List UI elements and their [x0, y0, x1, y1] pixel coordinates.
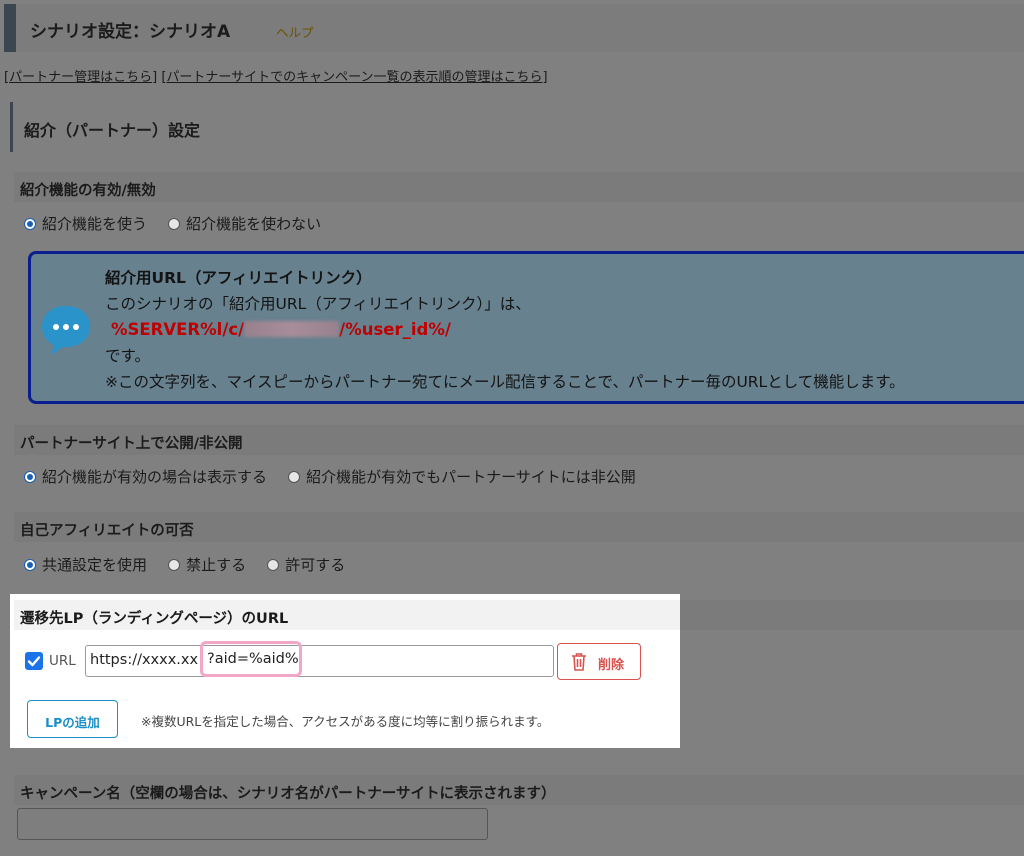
section-accent	[10, 102, 13, 152]
campaign-name-input[interactable]	[17, 808, 488, 840]
lp-label-bar: 遷移先LP（ランディングページ）のURL	[14, 600, 680, 630]
radio-checked-icon[interactable]	[24, 470, 36, 483]
referral-label: 紹介機能の有効/無効	[20, 183, 156, 199]
lp-note: ※複数URLを指定した場合、アクセスがある度に均等に割り振られます。	[141, 714, 550, 729]
management-links: [パートナー管理はこちら] [パートナーサイトでのキャンペーン一覧の表示順の管理…	[4, 70, 548, 85]
campaign-label-bar: キャンペーン名（空欄の場合は、シナリオ名がパートナーサイトに表示されます）	[14, 775, 1024, 805]
lp-settings-panel: 遷移先LP（ランディングページ）のURL URL https://xxxx.xx…	[10, 594, 680, 748]
add-lp-button-label: LPの追加	[45, 715, 100, 730]
lp-url-value: https://xxxx.xx	[90, 652, 199, 668]
lp-url-input[interactable]: https://xxxx.xx	[85, 645, 554, 677]
radio-unchecked-icon[interactable]	[267, 558, 280, 571]
referral-not-use-option[interactable]: 紹介機能を使わない	[168, 213, 321, 234]
url-param-text: ?aid=%aid%	[207, 651, 299, 667]
checkmark-icon	[27, 656, 41, 667]
self-affiliate-label-bar: 自己アフィリエイトの可否	[14, 512, 1024, 542]
info-line1: このシナリオの「紹介用URL（アフィリエイトリンク）」は、	[105, 295, 531, 313]
redacted-segment	[244, 321, 340, 337]
radio-unchecked-icon[interactable]	[288, 470, 301, 483]
campaign-label: キャンペーン名（空欄の場合は、シナリオ名がパートナーサイトに表示されます）	[20, 786, 556, 802]
delete-button-label: 削除	[598, 658, 625, 673]
radio-unchecked-icon[interactable]	[168, 558, 181, 571]
partner-manage-link[interactable]: パートナー管理はこちら	[9, 70, 152, 85]
chat-bubble-icon	[42, 306, 90, 355]
publish-label: パートナーサイト上で公開/非公開	[20, 436, 243, 452]
radio-checked-icon[interactable]	[24, 558, 36, 571]
self-affiliate-forbid-option[interactable]: 禁止する	[168, 554, 246, 575]
add-lp-button[interactable]: LPの追加	[27, 700, 118, 738]
publish-label-bar: パートナーサイト上で公開/非公開	[14, 425, 1024, 455]
help-link[interactable]: ヘルプ	[276, 22, 314, 41]
lp-label: 遷移先LP（ランディングページ）のURL	[20, 611, 289, 627]
info-text: 紹介用URL（アフィリエイトリンク） このシナリオの「紹介用URL（アフィリエイ…	[105, 265, 905, 395]
trash-icon	[572, 653, 586, 671]
delete-button[interactable]: 削除	[557, 643, 641, 680]
section-title: 紹介（パートナー）設定	[24, 121, 201, 140]
page-title: シナリオ設定：シナリオA	[30, 22, 231, 42]
radio-unchecked-icon[interactable]	[168, 217, 181, 230]
header-accent	[4, 4, 16, 52]
header-bar: シナリオ設定：シナリオA ヘルプ	[4, 4, 1024, 52]
lp-bar-extension	[680, 600, 1024, 630]
url-param-highlight: ?aid=%aid%	[200, 641, 302, 677]
info-line3: です。	[105, 347, 150, 365]
publish-radio-group: 紹介機能が有効の場合は表示する 紹介機能が有効でもパートナーサイトには非公開	[24, 466, 652, 487]
self-affiliate-radio-group: 共通設定を使用 禁止する 許可する	[24, 554, 361, 575]
referral-radio-group: 紹介機能を使う 紹介機能を使わない	[24, 213, 337, 234]
referral-use-option[interactable]: 紹介機能を使う	[24, 213, 147, 234]
info-line4: ※この文字列を、マイスピーからパートナー宛てにメール配信することで、パートナー毎…	[105, 373, 905, 391]
section-header: 紹介（パートナー）設定	[10, 102, 1024, 152]
campaign-order-link[interactable]: パートナーサイトでのキャンペーン一覧の表示順の管理はこちら	[166, 70, 542, 85]
lp-url-checkbox[interactable]	[25, 652, 43, 670]
publish-hide-option[interactable]: 紹介機能が有効でもパートナーサイトには非公開	[288, 466, 636, 487]
info-url: %SERVER%l/c//%user_id%/	[111, 320, 451, 339]
affiliate-url-info-box: 紹介用URL（アフィリエイトリンク） このシナリオの「紹介用URL（アフィリエイ…	[28, 251, 1024, 404]
info-title: 紹介用URL（アフィリエイトリンク）	[105, 269, 372, 287]
self-affiliate-label: 自己アフィリエイトの可否	[20, 523, 194, 539]
self-affiliate-allow-option[interactable]: 許可する	[267, 554, 345, 575]
radio-checked-icon[interactable]	[24, 217, 36, 230]
publish-show-option[interactable]: 紹介機能が有効の場合は表示する	[24, 466, 267, 487]
referral-label-bar: 紹介機能の有効/無効	[14, 172, 1024, 202]
lp-url-checkbox-label: URL	[49, 653, 76, 669]
self-affiliate-common-option[interactable]: 共通設定を使用	[24, 554, 147, 575]
